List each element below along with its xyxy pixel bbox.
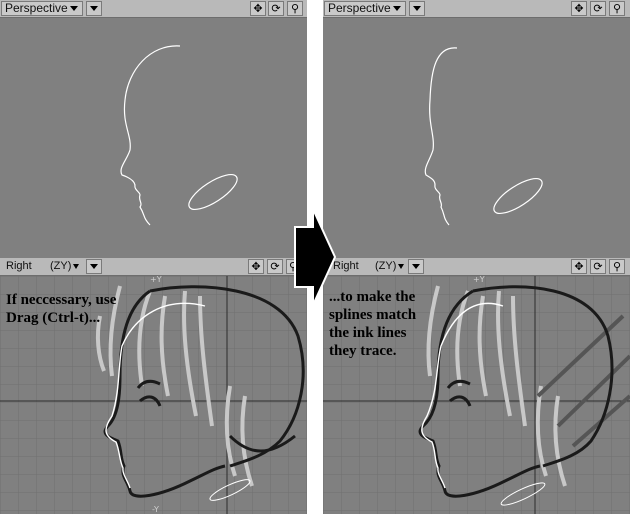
perspective-canvas [424, 47, 543, 226]
axis-top-label: +Y [150, 276, 162, 284]
left-panel: Perspective ✥ ⟳ ⚲ Right (ZY) ✥ ⟳ ⚲ +Y -Y… [0, 0, 307, 514]
viewport-titlebar: Perspective ✥ ⟳ ⚲ [0, 0, 307, 18]
head-profile-spline [120, 45, 181, 226]
zoom-icon[interactable]: ⚲ [287, 1, 303, 16]
step-caption: If neccessary, use Drag (Ctrl-t)... [6, 292, 117, 326]
ear-spline [188, 173, 238, 211]
view-type-label: Perspective [328, 1, 391, 15]
viewport-options-dropdown[interactable] [86, 259, 102, 274]
axis-bottom-label: -Y [152, 505, 159, 514]
view-type-label: Perspective [5, 1, 68, 15]
viewport-titlebar: Right (ZY) ✥ ⟳ ⚲ [0, 258, 307, 276]
move-icon[interactable]: ✥ [248, 259, 264, 274]
rotate-icon[interactable]: ⟳ [268, 1, 284, 16]
ear-spline [493, 177, 543, 215]
perspective-canvas [120, 45, 238, 226]
chevron-down-icon [413, 6, 421, 11]
axis-dropdown[interactable]: (ZY) [375, 259, 405, 274]
zoom-icon[interactable]: ⚲ [609, 1, 625, 16]
chevron-down-icon [393, 6, 401, 11]
chevron-down-icon [90, 6, 98, 11]
rotate-icon[interactable]: ⟳ [590, 1, 606, 16]
chevron-down-icon [70, 6, 78, 11]
move-icon[interactable]: ✥ [571, 1, 587, 16]
right-panel: Perspective ✥ ⟳ ⚲ Right (ZY) ✥ ⟳ ⚲ +Y ..… [323, 0, 630, 514]
axis-label: (ZY) [375, 260, 397, 272]
move-icon[interactable]: ✥ [250, 1, 266, 16]
perspective-viewport[interactable]: Perspective ✥ ⟳ ⚲ [323, 0, 630, 258]
viewport-options-dropdown[interactable] [86, 1, 102, 16]
move-icon[interactable]: ✥ [571, 259, 587, 274]
view-type-dropdown[interactable]: Perspective [324, 1, 406, 16]
chevron-down-icon [90, 264, 98, 269]
axis-dropdown[interactable]: (ZY) [50, 259, 80, 274]
view-type-dropdown[interactable]: Perspective [1, 1, 83, 16]
rotate-icon[interactable]: ⟳ [590, 259, 606, 274]
viewport-titlebar: Right (ZY) ✥ ⟳ ⚲ [323, 258, 630, 276]
head-profile-spline [424, 47, 458, 226]
axis-top-label: +Y [473, 276, 485, 284]
chevron-down-icon [412, 264, 420, 269]
viewport-titlebar: Perspective ✥ ⟳ ⚲ [323, 0, 630, 18]
next-step-arrow-icon [294, 208, 337, 306]
viewport-options-dropdown[interactable] [408, 259, 424, 274]
step-caption: ...to make the splines match the ink lin… [329, 289, 417, 359]
perspective-viewport[interactable]: Perspective ✥ ⟳ ⚲ [0, 0, 307, 258]
viewport-options-dropdown[interactable] [409, 1, 425, 16]
rotate-icon[interactable]: ⟳ [267, 259, 283, 274]
chevron-down-icon [73, 263, 80, 269]
chevron-down-icon [398, 263, 405, 269]
right-viewport[interactable]: Right (ZY) ✥ ⟳ ⚲ [323, 258, 630, 514]
view-type-label[interactable]: Right [6, 259, 32, 274]
axis-label: (ZY) [50, 260, 72, 272]
right-viewport[interactable]: Right (ZY) ✥ ⟳ ⚲ [0, 258, 307, 514]
zoom-icon[interactable]: ⚲ [609, 259, 625, 274]
